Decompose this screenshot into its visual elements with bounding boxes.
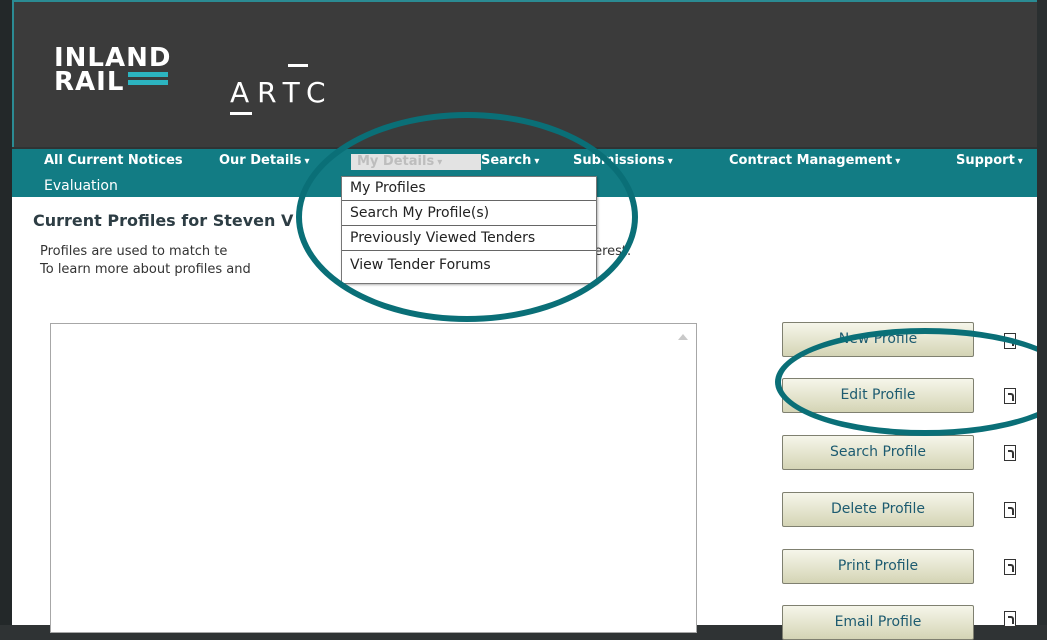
logo-bar-icon [128,72,169,77]
nav-my-details[interactable]: My Details ▾ [351,154,481,170]
nav-support[interactable]: Support ▾ [956,153,1023,168]
chevron-down-icon: ▾ [304,156,310,167]
nav-evaluation[interactable]: Evaluation [44,178,118,194]
menu-item-view-tender-forums[interactable]: View Tender Forums [342,254,596,278]
profiles-listbox[interactable] [50,323,697,633]
chevron-down-icon: ▾ [1017,156,1023,167]
artc-logo: ARTC [230,76,334,109]
help-document-icon[interactable] [1004,559,1016,575]
frame-edge-left [0,0,12,625]
description-line-2: To learn more about profiles and [40,262,251,277]
chevron-down-icon: ▾ [534,156,540,167]
help-document-icon[interactable] [1004,502,1016,518]
search-profile-button[interactable]: Search Profile [782,435,974,470]
logo-text-rail: RAIL [54,69,171,95]
nav-submissions[interactable]: Submissions ▾ [573,153,673,168]
scroll-up-arrow-icon[interactable] [678,334,688,340]
help-document-icon[interactable] [1004,388,1016,404]
edit-profile-button[interactable]: Edit Profile [782,378,974,413]
artc-logo-bar [288,64,308,67]
inland-rail-logo: INLAND RAIL [54,45,171,95]
menu-item-my-profiles[interactable]: My Profiles [342,177,596,201]
nav-search[interactable]: Search ▾ [481,153,539,168]
artc-logo-underline [230,112,252,115]
menu-item-previously-viewed-tenders[interactable]: Previously Viewed Tenders [342,227,596,251]
my-details-dropdown-menu: My Profiles Search My Profile(s) Previou… [341,176,597,284]
frame-edge-right [1037,0,1047,625]
help-document-icon[interactable] [1004,333,1016,349]
email-profile-button[interactable]: Email Profile [782,605,974,640]
print-profile-button[interactable]: Print Profile [782,549,974,584]
new-profile-button[interactable]: New Profile [782,322,974,357]
page-title: Current Profiles for Steven V [33,211,294,230]
nav-all-current-notices[interactable]: All Current Notices [44,153,183,168]
chevron-down-icon: ▾ [895,156,901,167]
nav-our-details[interactable]: Our Details ▾ [219,153,310,168]
chevron-down-icon: ▾ [437,157,443,168]
nav-contract-management[interactable]: Contract Management ▾ [729,153,900,168]
help-document-icon[interactable] [1004,445,1016,461]
description-line-1-start: Profiles are used to match te [40,244,228,259]
chevron-down-icon: ▾ [667,156,673,167]
menu-item-search-my-profiles[interactable]: Search My Profile(s) [342,202,596,226]
delete-profile-button[interactable]: Delete Profile [782,492,974,527]
